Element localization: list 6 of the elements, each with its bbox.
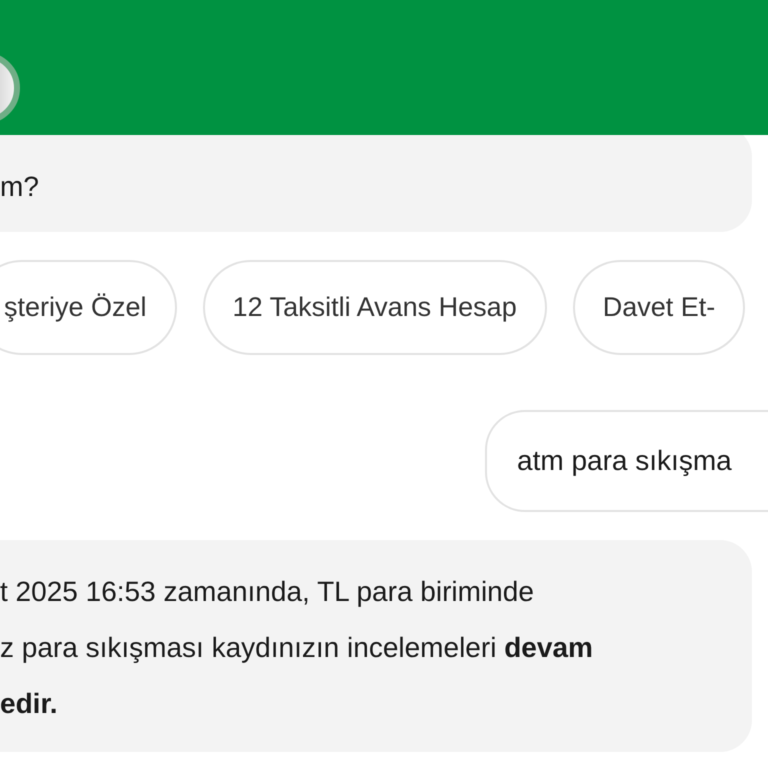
suggestion-chip[interactable]: 12 Taksitli Avans Hesap [202,260,547,355]
suggestion-chip[interactable]: şteriye Özel [0,260,177,355]
suggestion-chip[interactable]: Davet Et- [572,260,746,355]
message-text: m? [0,170,40,204]
message-text: atm para sıkışma [517,444,732,478]
message-text: t 2025 16:53 zamanında, TL para biriminde z para sıkışması kaydınızın incelemeleri devam edir. [0,575,594,721]
